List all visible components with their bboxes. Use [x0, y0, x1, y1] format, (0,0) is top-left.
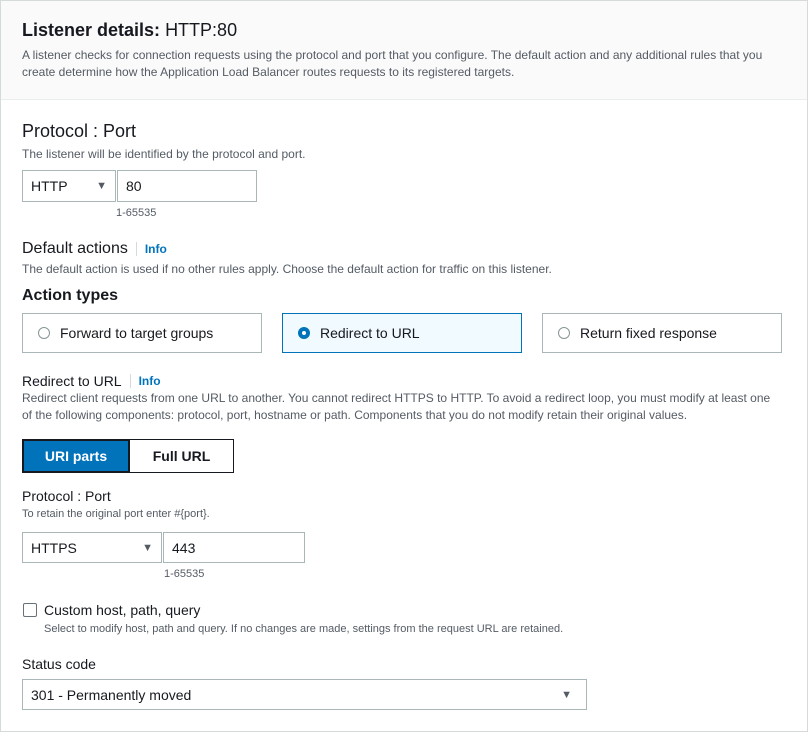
port-input[interactable]: 80	[117, 170, 257, 202]
redirect-port-hint: 1-65535	[164, 568, 205, 580]
caret-down-icon: ▼	[142, 541, 153, 554]
action-tile-forward[interactable]: Forward to target groups	[22, 313, 262, 353]
status-code-select-value: 301 - Permanently moved	[31, 686, 192, 703]
default-actions-heading: Default actions	[22, 240, 128, 257]
status-code-label: Status code	[22, 656, 96, 672]
title-value: HTTP:80	[165, 20, 238, 40]
redirect-info-link[interactable]: Info	[129, 374, 161, 388]
radio-fixed-response[interactable]	[558, 327, 570, 339]
protocol-select-value: HTTP	[31, 178, 68, 194]
segment-full-url[interactable]: Full URL	[129, 439, 234, 473]
caret-down-icon: ▼	[561, 688, 572, 701]
caret-down-icon: ▼	[96, 180, 107, 192]
header-description: A listener checks for connection request…	[22, 48, 763, 79]
segment-uri-parts[interactable]: URI parts	[22, 439, 130, 473]
action-tile-redirect[interactable]: Redirect to URL	[282, 313, 522, 353]
default-actions-header: Default actions Info	[22, 240, 167, 258]
redirect-header: Redirect to URL Info	[22, 373, 161, 389]
action-tile-fixed-response[interactable]: Return fixed response	[542, 313, 782, 353]
redirect-protocol-select-value: HTTPS	[31, 539, 77, 556]
action-tile-forward-label: Forward to target groups	[60, 325, 214, 341]
status-code-select[interactable]: 301 - Permanently moved ▼	[22, 679, 587, 710]
port-hint: 1-65535	[116, 207, 157, 219]
radio-forward[interactable]	[38, 327, 50, 339]
redirect-description: Redirect client requests from one URL to…	[22, 391, 771, 422]
custom-host-label[interactable]: Custom host, path, query	[44, 602, 200, 618]
redirect-port-input[interactable]: 443	[163, 532, 305, 563]
page-title: Listener details: HTTP:80	[22, 20, 237, 41]
action-tile-fixed-response-label: Return fixed response	[580, 325, 717, 341]
radio-redirect[interactable]	[298, 327, 310, 339]
default-actions-info-link[interactable]: Info	[135, 242, 167, 256]
custom-host-checkbox[interactable]	[23, 603, 37, 617]
action-types-label: Action types	[22, 287, 119, 304]
redirect-protocol-port-label: Protocol : Port	[22, 488, 111, 504]
protocol-port-heading: Protocol : Port	[22, 121, 137, 141]
title-label: Listener details:	[22, 20, 161, 40]
redirect-protocol-select[interactable]: HTTPS ▼	[22, 532, 162, 563]
port-input-value: 80	[126, 178, 142, 194]
action-tile-redirect-label: Redirect to URL	[320, 325, 420, 341]
protocol-port-description: The listener will be identified by the p…	[22, 147, 306, 161]
redirect-port-input-value: 443	[172, 539, 196, 556]
default-actions-description: The default action is used if no other r…	[22, 262, 552, 276]
custom-host-description: Select to modify host, path and query. I…	[44, 623, 564, 635]
redirect-protocol-port-hint: To retain the original port enter #{port…	[22, 508, 210, 520]
protocol-select[interactable]: HTTP ▼	[22, 170, 116, 202]
redirect-heading: Redirect to URL	[22, 373, 122, 389]
